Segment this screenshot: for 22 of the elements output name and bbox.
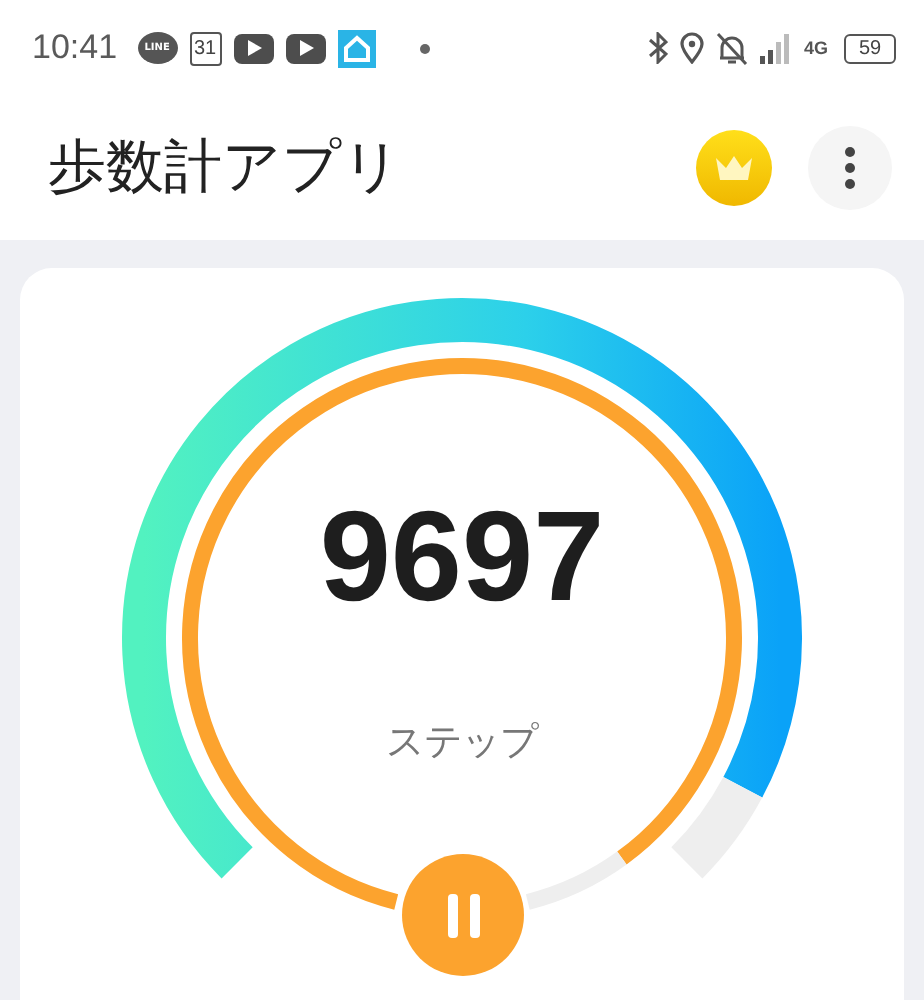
signal-icon	[759, 33, 792, 63]
clock: 10:41	[32, 28, 118, 68]
battery-icon: 59	[844, 33, 896, 63]
network-label: 4G	[803, 39, 828, 57]
step-unit: ステップ	[386, 718, 538, 768]
play-icon	[285, 33, 326, 63]
bell-muted-icon	[715, 31, 748, 65]
step-count: 9697	[319, 492, 605, 620]
home-app-icon	[337, 29, 376, 67]
ring-track	[525, 851, 627, 910]
location-icon	[679, 32, 704, 64]
pause-icon	[445, 893, 481, 937]
play-icon	[233, 33, 274, 63]
more-icon	[844, 146, 856, 190]
app-title: 歩数計アプリ	[48, 130, 404, 204]
gauge-track	[670, 776, 762, 878]
menu-button[interactable]	[808, 126, 892, 210]
dot-icon	[419, 43, 430, 53]
crown-icon	[714, 154, 754, 182]
calendar-icon: 31	[189, 31, 222, 65]
crown-button[interactable]	[696, 130, 772, 206]
bluetooth-icon	[647, 32, 668, 64]
